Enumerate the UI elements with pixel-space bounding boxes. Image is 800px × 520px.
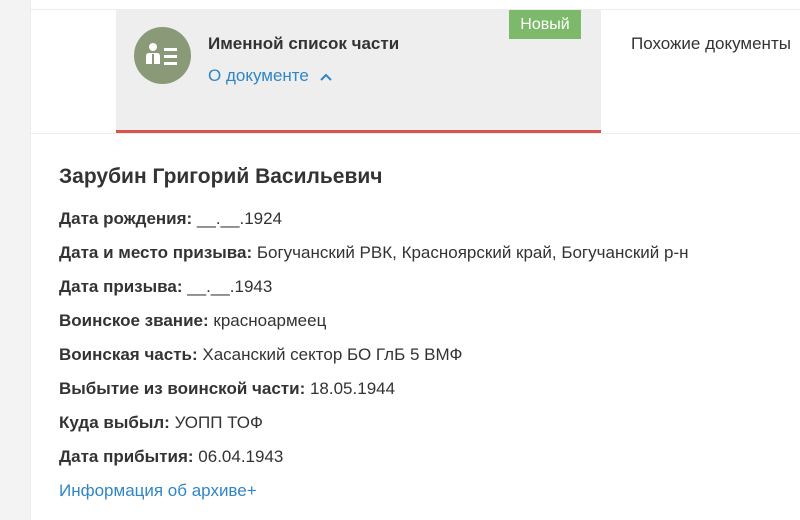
page: Именной список части О документе Новый П… [30, 0, 800, 520]
document-tab-active[interactable]: Именной список части О документе Новый [116, 10, 601, 133]
person-record: Зарубин Григорий Васильевич Дата рождени… [59, 165, 789, 508]
person-name: Зарубин Григорий Васильевич [59, 165, 383, 188]
field-rank: Воинское звание: красноармеец [59, 304, 789, 338]
field-unit: Воинская часть: Хасанский сектор БО ГлБ … [59, 338, 789, 372]
new-badge: Новый [509, 10, 581, 39]
field-value: красноармеец [213, 311, 327, 330]
about-document-label: О документе [208, 66, 309, 85]
field-value: Богучанский РВК, Красноярский край, Богу… [256, 243, 689, 262]
tab-similar-documents[interactable]: Похожие документы [631, 34, 791, 54]
field-label: Воинская часть: [59, 345, 198, 364]
document-title: Именной список части [208, 34, 400, 53]
field-value: __.__.1924 [196, 209, 283, 228]
field-arrival-date: Дата прибытия: 06.04.1943 [59, 440, 789, 474]
field-value: 06.04.1943 [198, 447, 284, 466]
field-departed-to: Куда выбыл: УОПП ТОФ [59, 406, 789, 440]
top-divider [31, 0, 800, 10]
field-value: Хасанский сектор БО ГлБ 5 ВМФ [202, 345, 463, 364]
field-value: 18.05.1944 [309, 379, 396, 398]
field-label: Воинское звание: [59, 311, 209, 330]
field-label: Дата прибытия: [59, 447, 194, 466]
about-document-link[interactable]: О документе [208, 66, 332, 86]
field-value: УОПП ТОФ [174, 413, 263, 432]
field-departure-date: Выбытие из воинской части: 18.05.1944 [59, 372, 789, 406]
field-label: Выбытие из воинской части: [59, 379, 306, 398]
field-value: __.__.1943 [187, 277, 273, 296]
field-label: Дата призыва: [59, 277, 183, 296]
field-label: Дата рождения: [59, 209, 193, 228]
field-draft-place: Дата и место призыва: Богучанский РВК, К… [59, 236, 789, 270]
field-label: Дата и место призыва: [59, 243, 253, 262]
field-birth-date: Дата рождения: __.__.1924 [59, 202, 789, 236]
field-label: Куда выбыл: [59, 413, 170, 432]
document-tabs-area: Именной список части О документе Новый П… [31, 10, 800, 134]
field-draft-date: Дата призыва: __.__.1943 [59, 270, 789, 304]
list-person-icon [134, 27, 191, 84]
archive-info-link[interactable]: Информация об архиве+ [59, 474, 789, 508]
chevron-up-icon [319, 73, 332, 81]
